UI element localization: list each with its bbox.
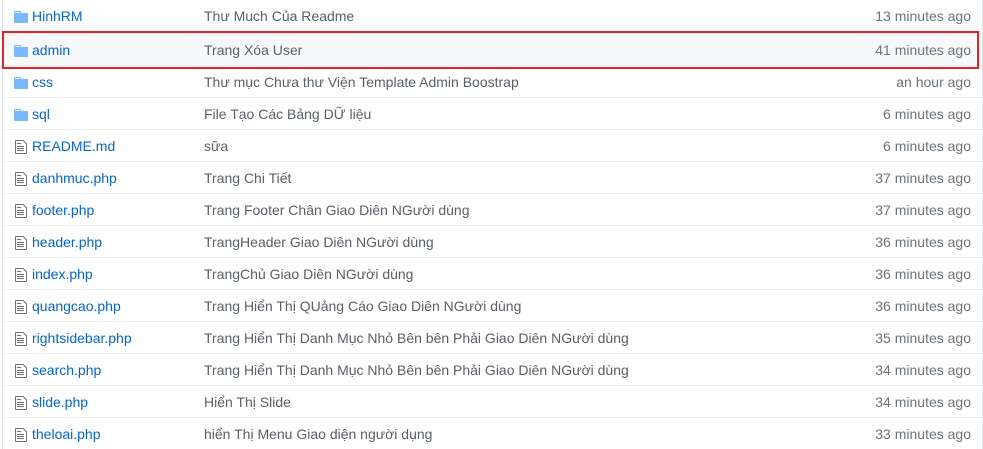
- commit-message-link[interactable]: Thư mục Chưa thư Viện Template Admin Boo…: [204, 74, 519, 90]
- file-name-link[interactable]: theloai.php: [32, 426, 101, 442]
- file-row-footer-php[interactable]: footer.php Trang Footer Chân Giao Diên NG…: [3, 193, 982, 225]
- commit-age: 33 minutes ago: [875, 426, 971, 442]
- file-row-search-php[interactable]: search.php Trang Hiển Thị Danh Mục Nhỏ Bê…: [3, 353, 982, 385]
- file-row-index-php[interactable]: index.php TrangChủ Giao Diên NGười dùng 36…: [3, 257, 982, 289]
- commit-message-link[interactable]: File Tạo Các Bảng DỮ liệu: [204, 106, 371, 122]
- commit-age: 36 minutes ago: [875, 266, 971, 282]
- file-list: HinhRM Thư Much Của Readme 13 minutes ago a…: [2, 0, 983, 449]
- file-row-header-php[interactable]: header.php TrangHeader Giao Diên NGười dù…: [3, 225, 982, 257]
- file-name-link[interactable]: admin: [32, 42, 70, 58]
- commit-age: 37 minutes ago: [875, 202, 971, 218]
- file-name-link[interactable]: search.php: [32, 362, 101, 378]
- commit-message-link[interactable]: Trang Hiển Thị Danh Mục Nhỏ Bên bên Phải…: [204, 330, 629, 346]
- folder-icon: [13, 75, 29, 91]
- file-row-slide-php[interactable]: slide.php Hiển Thị Slide 34 minutes ago: [3, 385, 982, 417]
- file-row-sql[interactable]: sql File Tạo Các Bảng DỮ liệu 6 minutes ag…: [3, 97, 982, 129]
- file-name-link[interactable]: slide.php: [32, 394, 88, 410]
- commit-message-link[interactable]: Trang Hiển Thị QUảng Cáo Giao Diên NGười…: [204, 298, 521, 314]
- file-name-link[interactable]: rightsidebar.php: [32, 330, 132, 346]
- file-name-link[interactable]: README.md: [32, 138, 115, 154]
- folder-icon: [13, 43, 29, 59]
- file-icon: [13, 363, 29, 379]
- commit-message-link[interactable]: Thư Much Của Readme: [204, 8, 354, 24]
- file-name-link[interactable]: header.php: [32, 234, 102, 250]
- commit-message-link[interactable]: Trang Xóa User: [204, 42, 302, 58]
- commit-message-link[interactable]: sữa: [204, 138, 228, 154]
- file-icon: [13, 395, 29, 411]
- file-icon: [13, 139, 29, 155]
- commit-age: 34 minutes ago: [875, 394, 971, 410]
- file-row-readme-md[interactable]: README.md sữa 6 minutes ago: [3, 129, 982, 161]
- commit-age: 6 minutes ago: [883, 138, 971, 154]
- file-row-danhmuc-php[interactable]: danhmuc.php Trang Chi Tiết 37 minutes ago: [3, 161, 982, 193]
- file-row-rightsidebar-php[interactable]: rightsidebar.php Trang Hiển Thị Danh Mục …: [3, 321, 982, 353]
- commit-age: an hour ago: [896, 74, 971, 90]
- file-row-quangcao-php[interactable]: quangcao.php Trang Hiển Thị QUảng Cáo Gia…: [3, 289, 982, 321]
- commit-message-link[interactable]: Trang Chi Tiết: [204, 170, 291, 186]
- file-name-link[interactable]: footer.php: [32, 202, 94, 218]
- file-name-link[interactable]: quangcao.php: [32, 298, 121, 314]
- commit-message-link[interactable]: Hiển Thị Slide: [204, 394, 291, 410]
- commit-age: 41 minutes ago: [875, 42, 971, 58]
- file-icon: [13, 171, 29, 187]
- commit-message-link[interactable]: Trang Footer Chân Giao Diên NGười dùng: [204, 202, 470, 218]
- commit-message-link[interactable]: hiển Thị Menu Giao diện người dụng: [204, 426, 432, 442]
- file-name-link[interactable]: HinhRM: [32, 8, 83, 24]
- commit-message-link[interactable]: TrangChủ Giao Diên NGười dùng: [204, 266, 413, 282]
- commit-age: 13 minutes ago: [875, 8, 971, 24]
- file-row-hinhrm[interactable]: HinhRM Thư Much Của Readme 13 minutes ago: [3, 0, 982, 33]
- folder-icon: [13, 9, 29, 25]
- commit-age: 36 minutes ago: [875, 298, 971, 314]
- file-row-theloai-php[interactable]: theloai.php hiển Thị Menu Giao diện người…: [3, 417, 982, 449]
- file-row-admin[interactable]: admin Trang Xóa User 41 minutes ago: [3, 33, 982, 65]
- file-icon: [13, 299, 29, 315]
- file-icon: [13, 203, 29, 219]
- commit-age: 6 minutes ago: [883, 106, 971, 122]
- commit-age: 34 minutes ago: [875, 362, 971, 378]
- file-icon: [13, 331, 29, 347]
- file-icon: [13, 267, 29, 283]
- file-icon: [13, 235, 29, 251]
- file-icon: [13, 427, 29, 443]
- file-name-link[interactable]: index.php: [32, 266, 93, 282]
- file-name-link[interactable]: css: [32, 74, 53, 90]
- commit-message-link[interactable]: TrangHeader Giao Diên NGười dùng: [204, 234, 434, 250]
- folder-icon: [13, 107, 29, 123]
- commit-age: 36 minutes ago: [875, 234, 971, 250]
- commit-message-link[interactable]: Trang Hiển Thị Danh Mục Nhỏ Bên bên Phải…: [204, 362, 629, 378]
- file-row-css[interactable]: css Thư mục Chưa thư Viện Template Admin …: [3, 65, 982, 97]
- file-name-link[interactable]: sql: [32, 106, 50, 122]
- commit-age: 37 minutes ago: [875, 170, 971, 186]
- commit-age: 35 minutes ago: [875, 330, 971, 346]
- file-name-link[interactable]: danhmuc.php: [32, 170, 117, 186]
